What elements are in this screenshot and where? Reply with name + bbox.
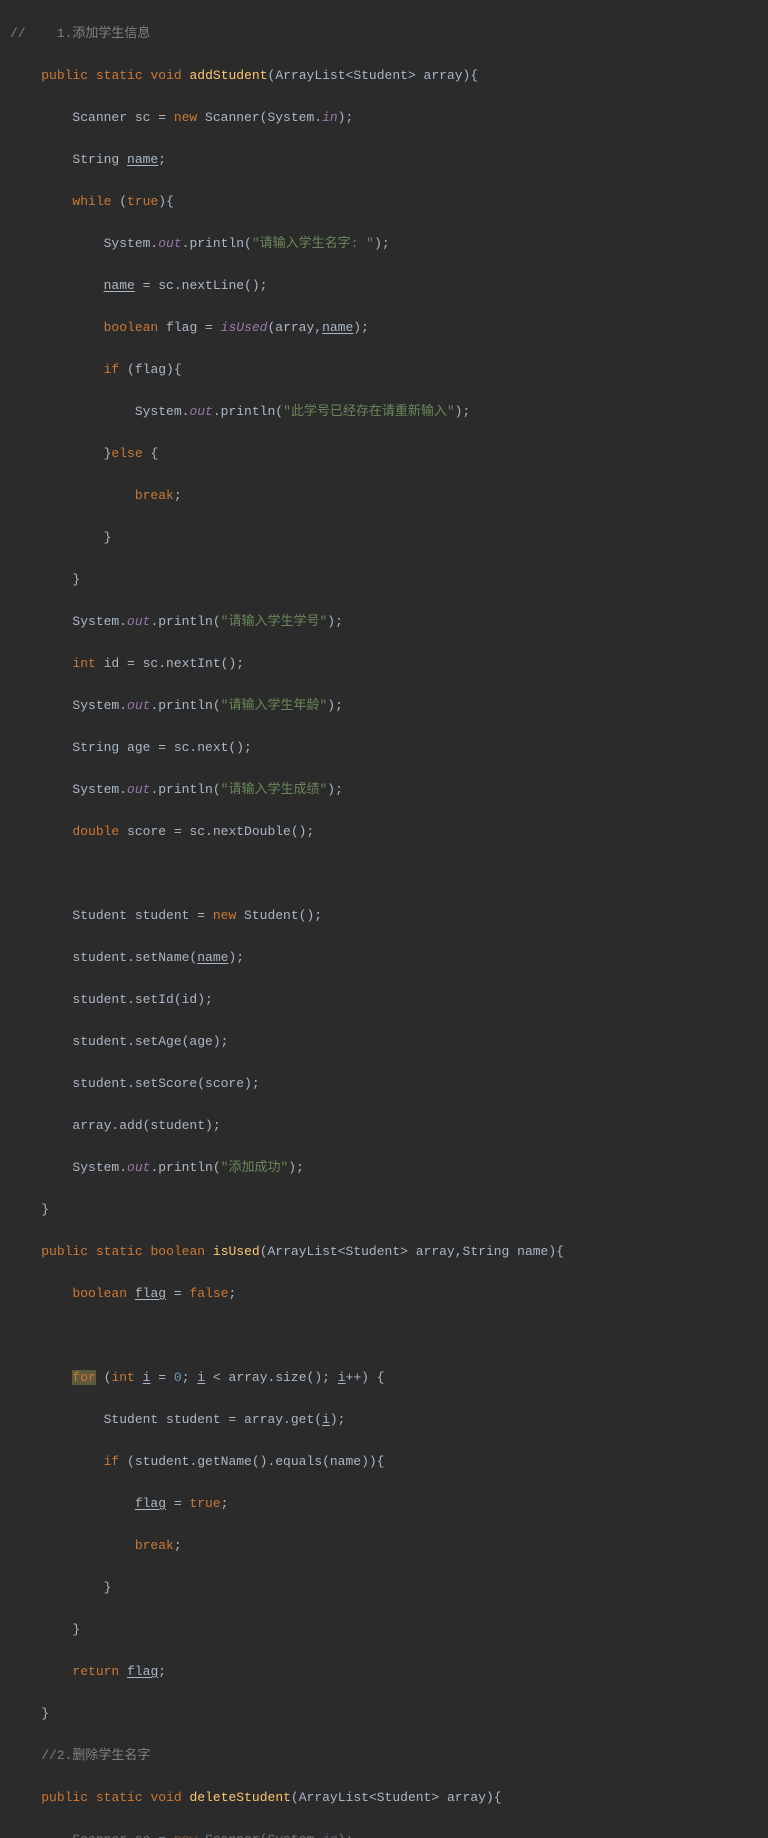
code-line: System.out.println("请输入学生成绩"); bbox=[10, 779, 564, 800]
code-line: System.out.println("请输入学生年龄"); bbox=[10, 695, 564, 716]
code-line: student.setAge(age); bbox=[10, 1031, 564, 1052]
code-line: if (student.getName().equals(name)){ bbox=[10, 1451, 564, 1472]
code-line: } bbox=[10, 1703, 564, 1724]
code-line: name = sc.nextLine(); bbox=[10, 275, 564, 296]
code-line: break; bbox=[10, 485, 564, 506]
code-line: System.out.println("请输入学生学号"); bbox=[10, 611, 564, 632]
code-line: } bbox=[10, 1619, 564, 1640]
code-line: } bbox=[10, 1199, 564, 1220]
code-line: double score = sc.nextDouble(); bbox=[10, 821, 564, 842]
code-editor[interactable]: // 1.添加学生信息 public static void addStuden… bbox=[0, 0, 768, 1838]
code-line: for (int i = 0; i < array.size(); i++) { bbox=[10, 1367, 564, 1388]
code-line: if (flag){ bbox=[10, 359, 564, 380]
code-line: System.out.println("请输入学生名字: "); bbox=[10, 233, 564, 254]
code-line bbox=[10, 1325, 564, 1346]
code-line: System.out.println("添加成功"); bbox=[10, 1157, 564, 1178]
gutter bbox=[0, 0, 10, 1838]
code-line: } bbox=[10, 1577, 564, 1598]
code-line: Scanner sc = new Scanner(System in); bbox=[10, 1829, 564, 1838]
code-line: } bbox=[10, 569, 564, 590]
code-line: Scanner sc = new Scanner(System.in); bbox=[10, 107, 564, 128]
code-line: // 1.添加学生信息 bbox=[10, 23, 564, 44]
code-line: String age = sc.next(); bbox=[10, 737, 564, 758]
code-line: } bbox=[10, 527, 564, 548]
code-line: student.setName(name); bbox=[10, 947, 564, 968]
code-area[interactable]: // 1.添加学生信息 public static void addStuden… bbox=[10, 0, 564, 1838]
code-line: student.setScore(score); bbox=[10, 1073, 564, 1094]
code-line: boolean flag = false; bbox=[10, 1283, 564, 1304]
code-line: String name; bbox=[10, 149, 564, 170]
code-line: int id = sc.nextInt(); bbox=[10, 653, 564, 674]
code-line: }else { bbox=[10, 443, 564, 464]
code-line: flag = true; bbox=[10, 1493, 564, 1514]
code-line: System.out.println("此学号已经存在请重新输入"); bbox=[10, 401, 564, 422]
code-line bbox=[10, 863, 564, 884]
code-line: break; bbox=[10, 1535, 564, 1556]
code-line: public static boolean isUsed(ArrayList<S… bbox=[10, 1241, 564, 1262]
code-line: boolean flag = isUsed(array,name); bbox=[10, 317, 564, 338]
code-line: Student student = new Student(); bbox=[10, 905, 564, 926]
code-line: public static void deleteStudent(ArrayLi… bbox=[10, 1787, 564, 1808]
code-line: public static void addStudent(ArrayList<… bbox=[10, 65, 564, 86]
code-line: return flag; bbox=[10, 1661, 564, 1682]
code-line: while (true){ bbox=[10, 191, 564, 212]
code-line: Student student = array.get(i); bbox=[10, 1409, 564, 1430]
code-line: array.add(student); bbox=[10, 1115, 564, 1136]
code-line: //2.删除学生名字 bbox=[10, 1745, 564, 1766]
code-line: student.setId(id); bbox=[10, 989, 564, 1010]
